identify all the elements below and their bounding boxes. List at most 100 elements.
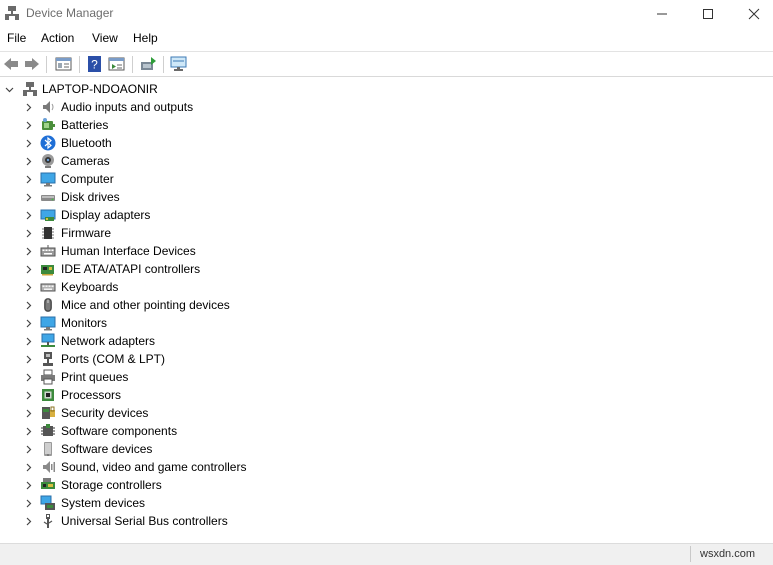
maximize-button[interactable]	[685, 0, 731, 28]
tree-category-ide-ata-atapi-controllers[interactable]: IDE ATA/ATAPI controllers	[0, 260, 773, 278]
chevron-right-icon[interactable]	[24, 103, 33, 112]
system-device-icon	[40, 495, 55, 510]
chevron-right-icon[interactable]	[24, 247, 33, 256]
maximize-icon	[703, 9, 713, 19]
tree-category-ports-com-lpt[interactable]: Ports (COM & LPT)	[0, 350, 773, 368]
menu-view[interactable]: View	[92, 31, 118, 45]
keyboard-icon	[40, 283, 56, 292]
tree-category-keyboards[interactable]: Keyboards	[0, 278, 773, 296]
category-label: Processors	[61, 388, 122, 402]
category-label: Human Interface Devices	[61, 244, 196, 258]
update-driver-icon[interactable]	[139, 56, 157, 72]
display-adapter-icon	[40, 209, 56, 221]
bluetooth-icon	[40, 135, 56, 151]
chevron-right-icon[interactable]	[24, 427, 33, 436]
title-bar: Device Manager	[0, 0, 773, 28]
forward-arrow-icon[interactable]	[23, 56, 41, 72]
menu-action[interactable]: Action	[41, 31, 74, 45]
category-label: Computer	[61, 172, 114, 186]
tree-category-human-interface-devices[interactable]: Human Interface Devices	[0, 242, 773, 260]
properties-icon[interactable]	[55, 56, 73, 72]
tree-category-security-devices[interactable]: Security devices	[0, 404, 773, 422]
device-tree: LAPTOP-NDOAONIR Audio inputs and outputs…	[0, 80, 773, 540]
scan-hardware-icon[interactable]	[170, 56, 188, 72]
chevron-right-icon[interactable]	[24, 121, 33, 130]
minimize-button[interactable]	[639, 0, 685, 28]
chevron-right-icon[interactable]	[24, 283, 33, 292]
chevron-right-icon[interactable]	[24, 139, 33, 148]
category-label: Software components	[61, 424, 178, 438]
chevron-right-icon[interactable]	[24, 355, 33, 364]
tree-category-print-queues[interactable]: Print queues	[0, 368, 773, 386]
tree-category-display-adapters[interactable]: Display adapters	[0, 206, 773, 224]
tree-category-network-adapters[interactable]: Network adapters	[0, 332, 773, 350]
tree-category-cameras[interactable]: Cameras	[0, 152, 773, 170]
toolbar: ?	[0, 51, 773, 77]
category-label: Mice and other pointing devices	[61, 298, 230, 312]
chevron-right-icon[interactable]	[24, 499, 33, 508]
tree-category-bluetooth[interactable]: Bluetooth	[0, 134, 773, 152]
category-label: IDE ATA/ATAPI controllers	[61, 262, 201, 276]
chevron-right-icon[interactable]	[24, 157, 33, 166]
category-label: Ports (COM & LPT)	[61, 352, 166, 366]
category-label: Storage controllers	[61, 478, 162, 492]
tree-category-firmware[interactable]: Firmware	[0, 224, 773, 242]
status-divider	[690, 546, 691, 562]
back-arrow-icon[interactable]	[2, 56, 20, 72]
tree-category-computer[interactable]: Computer	[0, 170, 773, 188]
menu-bar: File Action View Help	[0, 28, 773, 50]
toolbar-separator	[163, 56, 164, 73]
computer-root-icon	[23, 82, 37, 96]
chevron-right-icon[interactable]	[24, 193, 33, 202]
tree-category-monitors[interactable]: Monitors	[0, 314, 773, 332]
chevron-right-icon[interactable]	[24, 409, 33, 418]
tree-category-audio-inputs-and-outputs[interactable]: Audio inputs and outputs	[0, 98, 773, 116]
chevron-right-icon[interactable]	[24, 445, 33, 454]
processor-icon	[42, 389, 54, 401]
chevron-right-icon[interactable]	[24, 463, 33, 472]
tree-category-system-devices[interactable]: System devices	[0, 494, 773, 512]
security-device-icon	[42, 406, 55, 419]
action-icon[interactable]	[108, 56, 126, 72]
chevron-right-icon[interactable]	[24, 229, 33, 238]
disk-drive-icon	[41, 195, 55, 201]
chevron-right-icon[interactable]	[24, 391, 33, 400]
category-label: Disk drives	[61, 190, 120, 204]
tree-category-sound-video-and-game-controllers[interactable]: Sound, video and game controllers	[0, 458, 773, 476]
chevron-right-icon[interactable]	[24, 319, 33, 328]
menu-help[interactable]: Help	[133, 31, 158, 45]
chevron-right-icon[interactable]	[24, 373, 33, 382]
help-icon[interactable]: ?	[86, 56, 104, 72]
tree-category-software-components[interactable]: Software components	[0, 422, 773, 440]
tree-category-software-devices[interactable]: Software devices	[0, 440, 773, 458]
chevron-right-icon[interactable]	[24, 175, 33, 184]
tree-category-disk-drives[interactable]: Disk drives	[0, 188, 773, 206]
chevron-right-icon[interactable]	[24, 517, 33, 526]
category-label: Batteries	[61, 118, 109, 132]
category-label: Software devices	[61, 442, 153, 456]
toolbar-separator	[79, 56, 80, 73]
monitor-icon	[40, 316, 56, 331]
computer-icon	[40, 172, 56, 187]
network-adapter-icon	[41, 333, 55, 347]
category-label: Bluetooth	[61, 136, 112, 150]
category-label: Monitors	[61, 316, 108, 330]
tree-category-mice-and-other-pointing-devices[interactable]: Mice and other pointing devices	[0, 296, 773, 314]
sound-controller-icon	[43, 461, 55, 473]
tree-category-storage-controllers[interactable]: Storage controllers	[0, 476, 773, 494]
chevron-right-icon[interactable]	[24, 481, 33, 490]
chevron-right-icon[interactable]	[24, 265, 33, 274]
chevron-right-icon[interactable]	[24, 211, 33, 220]
close-button[interactable]	[731, 0, 773, 28]
firmware-chip-icon	[42, 227, 54, 239]
chevron-right-icon[interactable]	[24, 337, 33, 346]
chevron-right-icon[interactable]	[24, 301, 33, 310]
menu-file[interactable]: File	[7, 31, 26, 45]
category-label: Sound, video and game controllers	[61, 460, 247, 474]
tree-root[interactable]: LAPTOP-NDOAONIR	[0, 80, 773, 98]
tree-category-universal-serial-bus-controllers[interactable]: Universal Serial Bus controllers	[0, 512, 773, 530]
tree-category-batteries[interactable]: Batteries	[0, 116, 773, 134]
chevron-down-icon[interactable]	[5, 85, 14, 94]
tree-category-processors[interactable]: Processors	[0, 386, 773, 404]
software-component-icon	[41, 424, 55, 436]
